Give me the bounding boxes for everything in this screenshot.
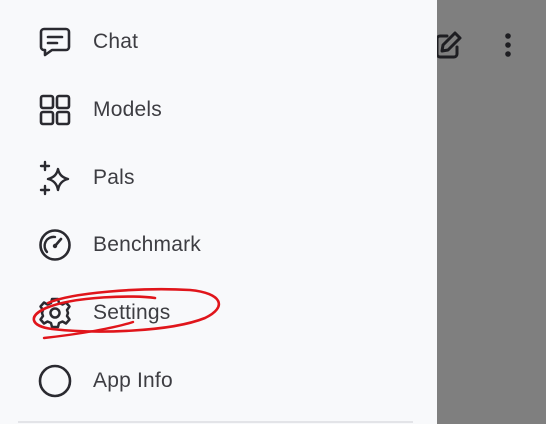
drawer-item-pals[interactable]: Pals	[36, 154, 135, 202]
drawer-item-label: Settings	[93, 301, 171, 324]
drawer-item-label: Pals	[93, 166, 135, 189]
drawer-item-label: Chat	[93, 30, 139, 53]
drawer-item-chat[interactable]: Chat	[36, 18, 138, 66]
navigation-drawer: Chat Models Pals Benchmark Settings App …	[0, 0, 437, 424]
speedometer-icon	[36, 226, 74, 264]
more-vertical-icon[interactable]	[494, 28, 522, 62]
info-circle-icon	[36, 362, 74, 400]
drawer-divider	[18, 421, 413, 423]
drawer-scrim-overlay[interactable]	[437, 0, 546, 424]
drawer-item-label: App Info	[93, 369, 173, 392]
app-screen: Chat Models Pals Benchmark Settings App …	[0, 0, 546, 424]
gear-icon	[36, 294, 74, 332]
drawer-item-label: Models	[93, 98, 162, 121]
drawer-item-label: Benchmark	[93, 233, 202, 256]
drawer-item-settings[interactable]: Settings	[36, 289, 170, 337]
sparkles-icon	[36, 159, 74, 197]
grid-icon	[36, 91, 74, 129]
chat-icon	[36, 23, 74, 61]
drawer-item-models[interactable]: Models	[36, 86, 162, 134]
drawer-item-benchmark[interactable]: Benchmark	[36, 221, 201, 269]
drawer-item-app-info[interactable]: App Info	[36, 357, 173, 405]
